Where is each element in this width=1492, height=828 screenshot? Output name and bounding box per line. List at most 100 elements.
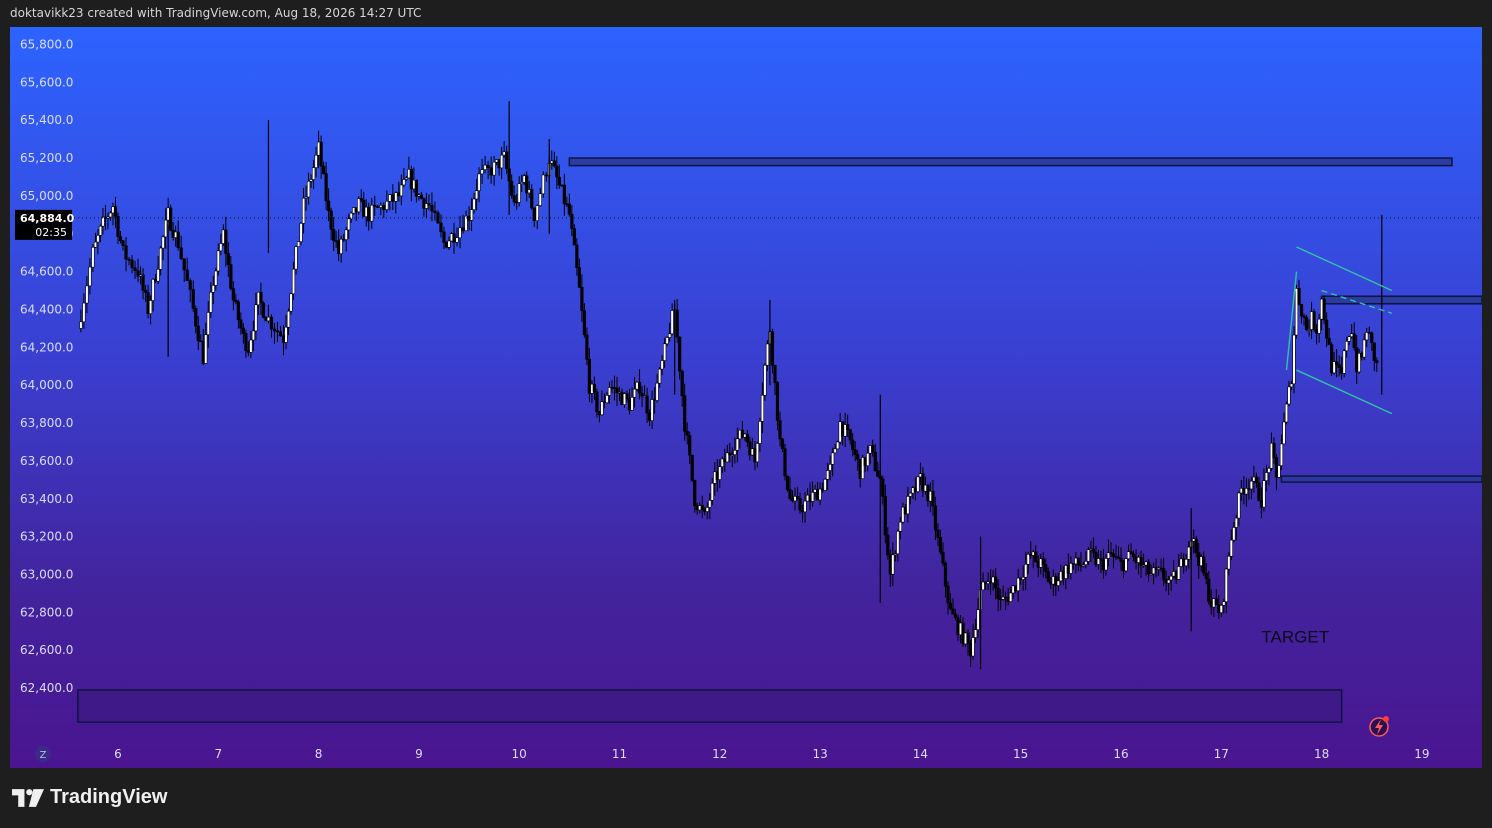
candle-body <box>938 537 943 553</box>
candle-body <box>1124 558 1128 572</box>
candle-body <box>745 433 749 443</box>
candle-body <box>795 496 800 499</box>
candle-body <box>85 285 89 304</box>
candle-body <box>1322 298 1326 321</box>
candle-body <box>1111 553 1116 557</box>
candle-body <box>1169 575 1173 581</box>
candle-body <box>419 194 424 199</box>
candle-body <box>219 243 223 252</box>
candle-body <box>188 280 192 290</box>
tradingview-logo[interactable]: TradingView <box>12 786 167 809</box>
candle-body <box>204 334 208 364</box>
candle-body <box>783 448 787 477</box>
candle-body <box>535 205 539 222</box>
candle-body <box>1034 551 1038 563</box>
candle-body <box>394 192 398 202</box>
candle-body <box>156 269 160 282</box>
candle-body <box>580 286 584 311</box>
candle-body <box>700 505 704 510</box>
candle-body <box>637 381 642 394</box>
candle-body <box>908 492 912 497</box>
y-tick-label: 65,800.0 <box>20 37 73 51</box>
candle-body <box>229 264 233 289</box>
candle-body <box>259 291 263 304</box>
candle-body <box>763 364 767 396</box>
candle-body <box>505 151 509 170</box>
candle-body <box>773 364 777 383</box>
candle-body <box>873 451 877 471</box>
candle-body <box>660 360 664 370</box>
y-tick-label: 62,600.0 <box>20 643 73 657</box>
price-chart[interactable]: TARGET 65,800.065,600.065,400.065,200.06… <box>10 27 1482 768</box>
candle-body <box>931 491 935 507</box>
candle-body <box>1282 421 1286 445</box>
candle-body <box>1184 559 1188 567</box>
candle-body <box>269 316 274 330</box>
candle-body <box>886 534 890 556</box>
candle-body <box>1289 383 1294 388</box>
y-tick-label: 62,400.0 <box>20 681 73 695</box>
timezone-badge: Z <box>40 750 47 761</box>
y-tick-label: 63,000.0 <box>20 567 73 581</box>
candle-body <box>1129 551 1133 555</box>
candle-body <box>755 443 760 463</box>
candle-body <box>196 325 200 342</box>
y-tick-label: 64,200.0 <box>20 340 73 354</box>
candle-body <box>848 429 852 441</box>
candle-body <box>249 339 253 353</box>
candle-body <box>572 228 576 246</box>
candle-body <box>1352 333 1356 348</box>
candle-body <box>557 176 561 186</box>
candle-body <box>1227 555 1231 570</box>
candle-body <box>1024 563 1028 578</box>
candle-body <box>296 241 301 247</box>
candle-body <box>866 452 870 467</box>
attribution-text: doktavikk23 created with TradingView.com… <box>10 6 422 20</box>
candle-body <box>1091 548 1096 553</box>
candle-body <box>1292 334 1296 385</box>
candle-body <box>254 304 258 332</box>
candle-body <box>98 225 103 236</box>
candle-body <box>301 197 306 224</box>
candle-body <box>370 204 374 222</box>
candle-body <box>1317 318 1321 334</box>
candle-body <box>798 498 802 511</box>
x-tick-label: 8 <box>315 747 323 761</box>
candle-body <box>1262 480 1266 508</box>
candle-body <box>1202 556 1206 574</box>
candle-body <box>299 223 303 242</box>
candle-body <box>670 310 674 335</box>
candle-body <box>1297 288 1301 305</box>
x-tick-label: 11 <box>612 747 627 761</box>
candle-body <box>108 212 113 218</box>
candle-body <box>758 421 762 444</box>
candle-body <box>1234 517 1238 528</box>
candle-body <box>79 321 83 329</box>
chart-frame[interactable]: TARGET 65,800.0 65,600.0 65,400.0 65,200.0 6… <box>10 27 1482 768</box>
candle-body <box>996 587 1000 600</box>
candle-body <box>455 237 459 243</box>
candle-body <box>1016 577 1020 592</box>
resistance-zone <box>568 157 1453 167</box>
candle-body <box>464 215 468 232</box>
candle-body <box>1237 492 1241 519</box>
candle-body <box>605 395 609 403</box>
candle-body <box>906 496 910 515</box>
candle-body <box>891 554 895 575</box>
candle-body <box>402 179 406 186</box>
target-label: TARGET <box>1261 628 1329 647</box>
candle-body <box>538 193 542 206</box>
candle-body <box>1232 527 1236 541</box>
candle-body <box>164 219 168 238</box>
candle-body <box>1347 336 1351 342</box>
candle-body <box>266 316 271 322</box>
candle-body <box>1370 332 1374 344</box>
candle-body <box>272 328 277 332</box>
candle-body <box>1041 558 1045 565</box>
candle-body <box>1219 605 1223 614</box>
candle-body <box>1257 482 1261 501</box>
candle-body <box>185 269 189 281</box>
candle-body <box>344 229 348 240</box>
candle-body <box>1279 443 1284 466</box>
candle-body <box>512 195 516 203</box>
